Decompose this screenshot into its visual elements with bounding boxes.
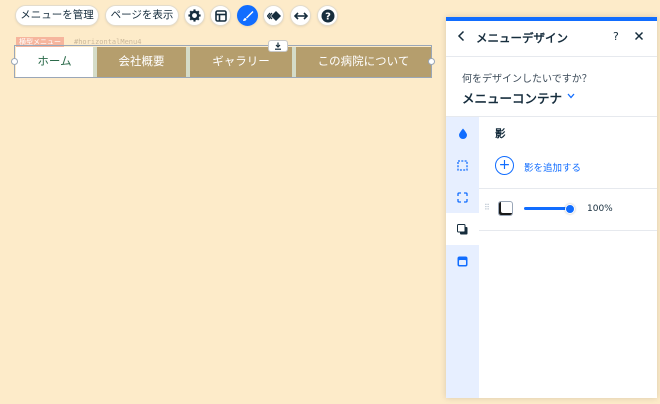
row-divider — [479, 230, 657, 231]
panel-help-icon[interactable]: ? — [613, 30, 619, 43]
fill-icon — [458, 128, 467, 139]
sidebar-item-layout[interactable] — [446, 245, 479, 277]
shadow-color-swatch[interactable] — [498, 201, 513, 216]
row-divider — [479, 188, 657, 189]
add-shadow-label[interactable]: 影を追加する — [524, 160, 581, 174]
menu-item-hospital[interactable]: この病院について — [296, 47, 431, 77]
help-icon: ? — [321, 9, 334, 22]
panel-header: メニューデザイン ? — [446, 21, 657, 57]
design-question: 何をデザインしたいですか？ — [462, 74, 592, 85]
shadow-section-title: 影 — [495, 128, 506, 140]
settings-button[interactable] — [184, 5, 205, 26]
panel-title: メニューデザイン — [476, 31, 568, 45]
menu-item-about[interactable]: 会社概要 — [97, 47, 190, 77]
menu-design-panel: メニューデザイン ? 何をデザインしたいですか？ メニューコンテナ 影 + 影を… — [446, 17, 657, 398]
close-icon[interactable] — [634, 31, 644, 41]
layout-button[interactable] — [210, 5, 231, 26]
animation-button[interactable] — [263, 5, 284, 26]
help-button[interactable]: ? — [317, 5, 338, 26]
menu-item-home[interactable]: ホーム — [16, 47, 97, 77]
design-target-dropdown[interactable]: メニューコンテナ — [462, 88, 562, 107]
stretch-icon — [293, 11, 308, 20]
drag-handle-icon[interactable]: ⠿ — [484, 204, 490, 212]
corners-icon — [457, 191, 468, 203]
shadow-icon — [457, 223, 468, 234]
shadow-opacity-value[interactable]: 100% — [587, 204, 613, 214]
download-icon — [275, 42, 281, 50]
resize-handle-right[interactable] — [428, 58, 435, 65]
layout-icon — [214, 9, 227, 22]
back-icon[interactable] — [457, 30, 466, 42]
download-button[interactable] — [268, 40, 288, 52]
resize-handle-left[interactable] — [11, 58, 18, 65]
chevron-down-icon[interactable] — [567, 93, 575, 99]
design-button[interactable] — [237, 5, 258, 26]
gear-icon — [188, 9, 201, 22]
layout-icon — [457, 256, 468, 266]
sidebar-item-fill[interactable] — [446, 117, 479, 149]
shadow-opacity-slider[interactable] — [524, 207, 569, 210]
border-icon — [457, 159, 468, 171]
design-sidebar — [446, 117, 479, 398]
svg-text:?: ? — [325, 11, 331, 22]
sidebar-item-shadow[interactable] — [446, 213, 479, 245]
shadow-opacity-slider-thumb[interactable] — [565, 204, 575, 214]
manage-menu-button[interactable]: メニューを管理 — [15, 5, 99, 26]
design-brush-icon — [242, 10, 253, 21]
animation-icon — [266, 10, 281, 21]
stretch-button[interactable] — [290, 5, 311, 26]
add-shadow-button[interactable]: + — [495, 156, 514, 175]
show-pages-button[interactable]: ページを表示 — [105, 5, 179, 26]
sidebar-item-border[interactable] — [446, 149, 479, 181]
sidebar-item-corners[interactable] — [446, 181, 479, 213]
